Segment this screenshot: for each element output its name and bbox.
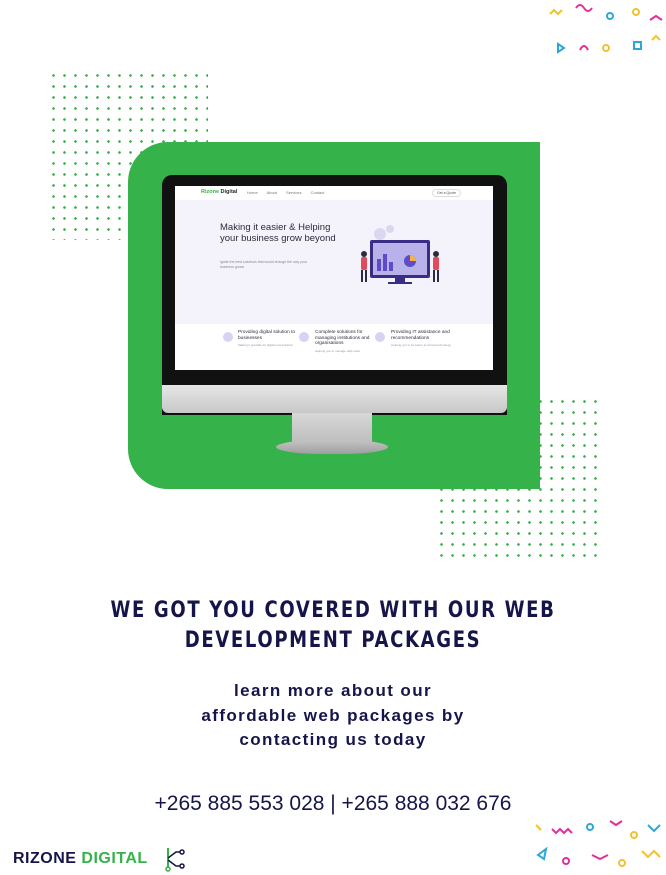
feature-icon bbox=[299, 332, 309, 342]
screen-nav-contact: Contact bbox=[310, 190, 325, 195]
screen-hero-subtitle: Ignite the best solutions that would cha… bbox=[220, 260, 307, 269]
screen-nav-services: Services bbox=[286, 190, 302, 195]
circuit-logo-icon bbox=[165, 848, 185, 872]
subtext: learn more about our affordable web pack… bbox=[0, 679, 666, 753]
subtext-line: contacting us today bbox=[239, 730, 427, 749]
confetti-top-right bbox=[549, 4, 663, 54]
headline: WE GOT YOU COVERED WITH OUR WEB DEVELOPM… bbox=[110, 598, 556, 653]
feature-icon bbox=[223, 332, 233, 342]
feature-item: Providing IT assistance and recommendati… bbox=[391, 330, 451, 347]
monitor-chin bbox=[162, 385, 507, 413]
subtext-line: affordable web packages by bbox=[201, 705, 465, 725]
company-logo: RIZONE DIGITAL bbox=[13, 850, 148, 867]
screen-features-band: Providing digital solution to businesses… bbox=[175, 324, 493, 370]
phone-numbers: +265 885 553 028 | +265 888 032 676 bbox=[154, 792, 512, 815]
screen-nav-links: Home About Services Contact bbox=[247, 190, 332, 195]
feature-icon bbox=[375, 332, 385, 342]
screen-illustration bbox=[361, 225, 439, 284]
screen-nav-about: About bbox=[266, 190, 278, 195]
feature-item: Providing digital solution to businesses… bbox=[238, 330, 296, 347]
screen-navbar: Rizone Digital Home About Services Conta… bbox=[175, 186, 493, 200]
screen-cta-button: Get a Quote bbox=[432, 189, 462, 197]
feature-item: Complete solutions for managing institut… bbox=[315, 330, 370, 353]
subtext-line: learn more about our bbox=[233, 681, 433, 700]
screen-brand: Rizone Digital bbox=[201, 189, 238, 195]
screen-nav-home: Home bbox=[247, 190, 258, 195]
confetti-bottom-right bbox=[535, 820, 661, 867]
monitor-screen: Rizone Digital Home About Services Conta… bbox=[175, 186, 493, 370]
screen-hero-title: Making it easier & Helping your business… bbox=[220, 222, 336, 244]
monitor-stand-neck bbox=[292, 413, 372, 443]
monitor-stand-foot bbox=[276, 440, 388, 454]
